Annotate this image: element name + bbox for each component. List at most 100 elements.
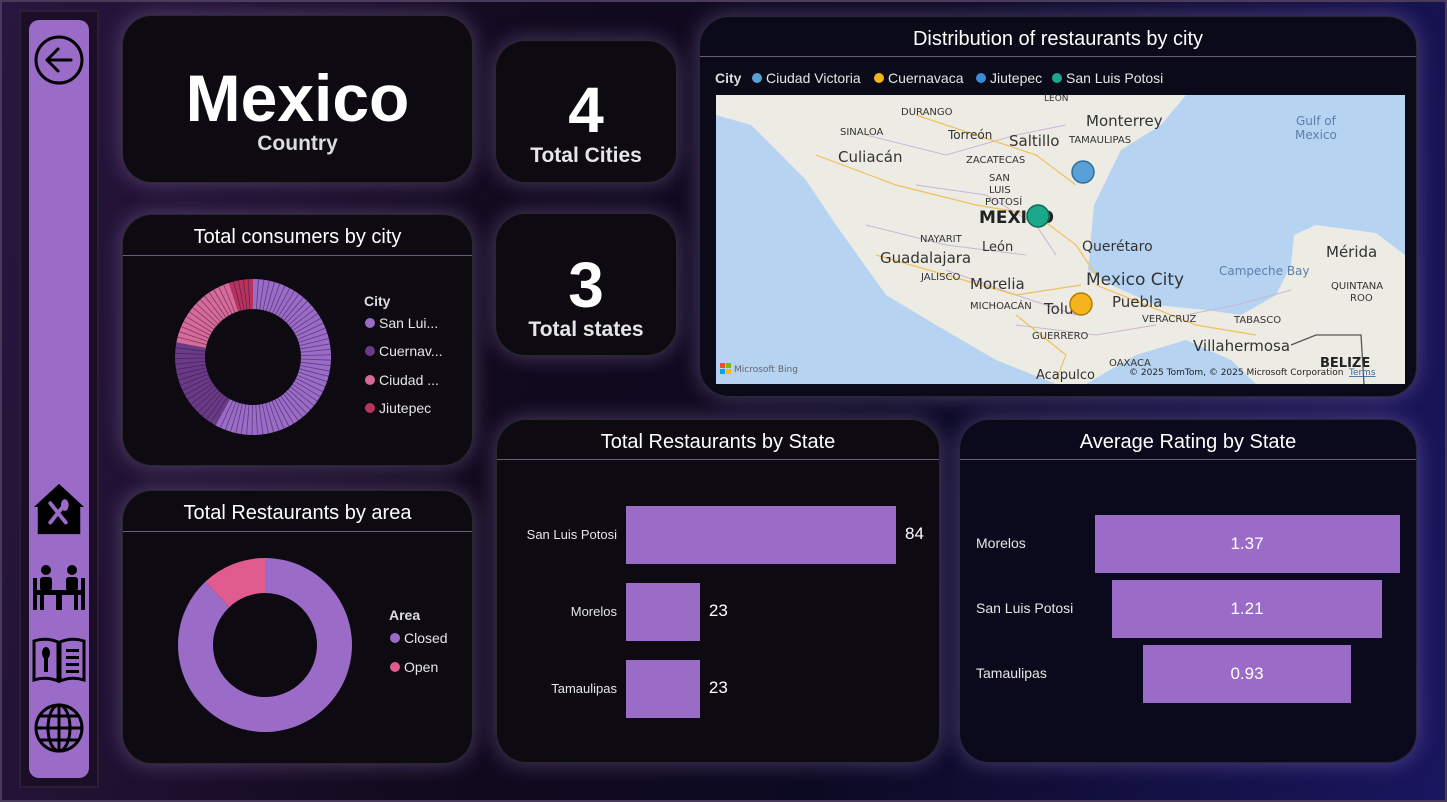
bar-value-label: 1.21: [1230, 599, 1264, 618]
restaurants-nav-button[interactable]: [31, 480, 87, 536]
bar-value-label: 84: [905, 524, 924, 543]
map-label: Mexico City: [1086, 270, 1184, 290]
legend-item-ciudad-victoria[interactable]: Ciudad Victoria: [752, 70, 861, 86]
state-chart-title: Total Restaurants by State: [600, 431, 836, 453]
map-label: SINALOA: [840, 127, 884, 138]
globe-icon: [34, 703, 84, 753]
marker-ciudad-victoria[interactable]: [1071, 160, 1095, 184]
bar-category-label: Tamaulipas: [976, 665, 1047, 681]
country-label: Country: [257, 132, 338, 155]
legend-dot: [752, 73, 762, 83]
map-label: Morelia: [970, 275, 1025, 293]
bar[interactable]: [626, 660, 700, 718]
bar-value-label: 0.93: [1230, 664, 1264, 683]
legend-item-jiutepec[interactable]: Jiutepec: [976, 70, 1042, 86]
bar[interactable]: [626, 506, 896, 564]
map-label: LUIS: [989, 185, 1011, 196]
global-nav-button[interactable]: [31, 700, 87, 756]
area-donut[interactable]: [175, 555, 355, 735]
title-divider: [960, 459, 1416, 460]
map-label: León: [982, 240, 1013, 255]
map-legend-title: City: [715, 70, 742, 86]
restaurants-by-state-card: Total Restaurants by State San Luis Poto…: [496, 419, 940, 763]
restaurant-home-icon: [33, 483, 85, 535]
map-label: Guadalajara: [880, 249, 971, 267]
back-arrow-icon: [34, 35, 84, 85]
map-label: NAYARIT: [920, 234, 963, 245]
bar-category-label: San Luis Potosi: [976, 600, 1074, 616]
dining-nav-button[interactable]: [31, 560, 87, 616]
map-canvas[interactable]: DURANGO LEÓN Monterrey Gulf of Mexico SI…: [716, 95, 1405, 384]
legend-item-ciudad[interactable]: Ciudad ...: [365, 372, 439, 388]
marker-san-luis-potosi[interactable]: [1026, 204, 1050, 228]
bar[interactable]: [626, 583, 700, 641]
map-label: Acapulco: [1036, 368, 1095, 383]
map-label: POTOSÍ: [985, 195, 1022, 208]
legend-item-cuernavaca[interactable]: Cuernav...: [365, 343, 443, 359]
total-cities-label: Total Cities: [530, 144, 642, 167]
map-label: Gulf of: [1296, 114, 1337, 128]
total-cities-value: 4: [568, 74, 604, 146]
map-label: TABASCO: [1233, 315, 1281, 326]
bar-category-label: San Luis Potosi: [526, 527, 617, 542]
rating-chart-title: Average Rating by State: [1079, 431, 1297, 453]
map-label: Querétaro: [1082, 239, 1153, 255]
map-label: VERACRUZ: [1142, 314, 1196, 325]
bar-value-label: 1.37: [1230, 534, 1264, 553]
back-button[interactable]: [31, 32, 87, 88]
consumers-by-city-card: Total consumers by city City San Lui... …: [122, 214, 473, 466]
map-label: SAN: [989, 173, 1010, 184]
map-label: MICHOACÁN: [970, 299, 1032, 312]
map-label: Saltillo: [1009, 132, 1059, 150]
legend-dot: [365, 318, 375, 328]
dining-table-icon: [33, 565, 85, 610]
legend-item-san-luis-potosi[interactable]: San Luis Potosi: [1052, 70, 1163, 86]
consumers-donut[interactable]: [173, 277, 333, 437]
map-label: Torreón: [947, 128, 992, 142]
legend-dot: [390, 662, 400, 672]
menu-nav-button[interactable]: [31, 632, 87, 688]
legend-dot: [365, 375, 375, 385]
map-label: JALISCO: [920, 272, 960, 283]
bar-category-label: Morelos: [570, 604, 617, 619]
map-label: GUERRERO: [1032, 331, 1089, 342]
map-label: Tolu: [1043, 300, 1073, 318]
total-cities-card: 4 Total Cities: [495, 40, 677, 183]
legend-label: Jiutepec: [990, 70, 1043, 86]
legend-label: San Lui...: [379, 315, 439, 331]
map-terms-link[interactable]: Terms: [1348, 368, 1376, 378]
area-chart-title: Total Restaurants by area: [183, 502, 412, 524]
map-card: Distribution of restaurants by city City…: [699, 16, 1417, 397]
map-label: Mérida: [1326, 243, 1377, 261]
menu-book-icon: [32, 637, 86, 683]
legend-label: Closed: [404, 630, 448, 646]
map-label: LEÓN: [1044, 95, 1069, 104]
country-card: Mexico Country: [122, 15, 473, 183]
restaurants-by-area-card: Total Restaurants by area Area Closed Op…: [122, 490, 473, 764]
legend-item-jiutepec[interactable]: Jiutepec: [365, 400, 431, 416]
legend-label: Jiutepec: [379, 400, 432, 416]
legend-item-san-luis[interactable]: San Lui...: [365, 315, 438, 331]
legend-item-closed[interactable]: Closed: [390, 630, 448, 646]
map-label: Mexico: [1295, 128, 1337, 142]
map-label: DURANGO: [901, 107, 953, 118]
bar-value-label: 23: [708, 678, 728, 697]
total-states-label: Total states: [528, 318, 644, 341]
map-label: ZACATECAS: [966, 155, 1025, 166]
marker-cuernavaca[interactable]: [1069, 292, 1093, 316]
consumers-legend-title: City: [364, 293, 391, 309]
legend-item-cuernavaca[interactable]: Cuernavaca: [874, 70, 964, 86]
map-label: TAMAULIPAS: [1068, 135, 1131, 146]
bar-category-label: Tamaulipas: [551, 681, 617, 696]
total-states-value: 3: [568, 249, 604, 321]
title-divider: [700, 56, 1416, 57]
map-label: Puebla: [1112, 293, 1162, 311]
legend-dot: [874, 73, 884, 83]
rating-by-state-card: Average Rating by State Morelos 1.37 San L…: [959, 419, 1417, 763]
legend-label: San Luis Potosi: [1066, 70, 1164, 86]
sidebar: [29, 20, 89, 778]
title-divider: [123, 531, 472, 532]
title-divider: [497, 459, 939, 460]
legend-item-open[interactable]: Open: [390, 659, 438, 675]
bar-value-label: 23: [708, 601, 728, 620]
